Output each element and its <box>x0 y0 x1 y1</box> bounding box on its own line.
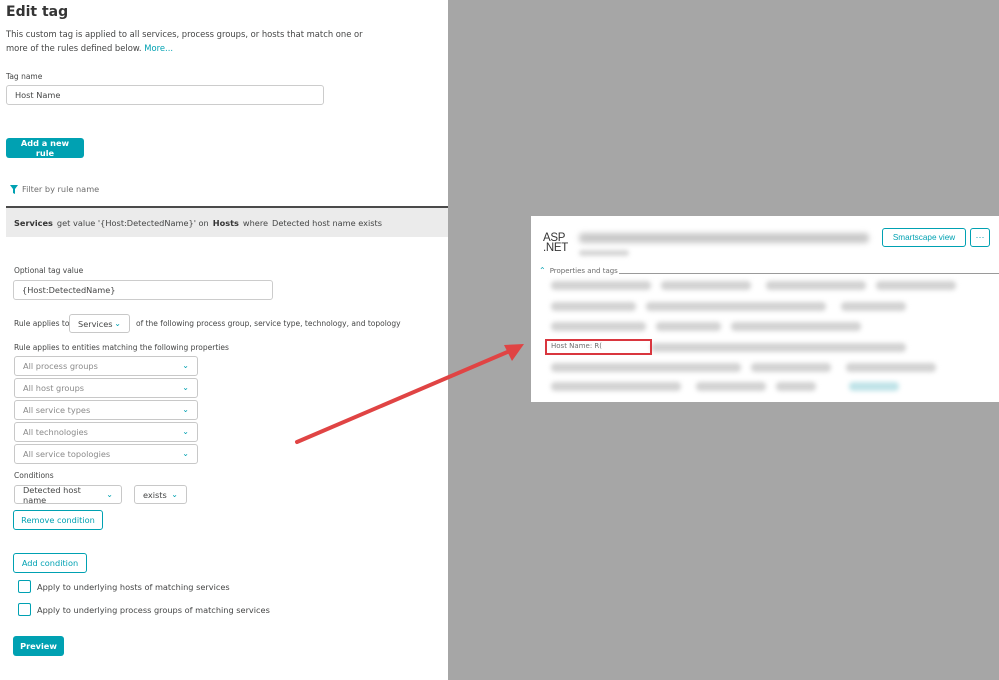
chevron-down-icon: ⌄ <box>182 361 189 370</box>
blurred-tag <box>849 382 899 391</box>
blurred-tag <box>776 382 816 391</box>
process-groups-value: All process groups <box>23 361 98 371</box>
callout-arrow-head <box>504 344 524 361</box>
technologies-select[interactable]: All technologies ⌄ <box>14 422 198 442</box>
apply-to-hosts-label: Apply to underlying hosts of matching se… <box>37 581 230 592</box>
smartscape-view-button[interactable]: Smartscape view <box>882 228 966 247</box>
service-topologies-select[interactable]: All service topologies ⌄ <box>14 444 198 464</box>
filter-placeholder: Filter by rule name <box>22 184 100 194</box>
properties-and-tags-label: Properties and tags <box>549 266 618 275</box>
tag-description-text: This custom tag is applied to all servic… <box>6 29 363 53</box>
blurred-tag <box>651 343 906 352</box>
apply-to-hosts-row: Apply to underlying hosts of matching se… <box>18 580 230 593</box>
conditions-label: Conditions <box>14 471 54 480</box>
chevron-down-icon: ⌄ <box>171 489 178 499</box>
chevron-down-icon: ⌄ <box>182 449 189 458</box>
blurred-tag <box>751 363 831 372</box>
more-options-button[interactable]: ··· <box>970 228 990 247</box>
page-title: Edit tag <box>6 4 69 20</box>
remove-condition-button[interactable]: Remove condition <box>13 510 103 530</box>
optional-tag-value-label: Optional tag value <box>14 266 84 275</box>
blurred-tag <box>766 281 866 290</box>
host-groups-value: All host groups <box>23 383 85 393</box>
apply-to-process-groups-row: Apply to underlying process groups of ma… <box>18 603 270 616</box>
service-topologies-value: All service topologies <box>23 449 111 459</box>
blurred-tag <box>551 382 681 391</box>
rule-condition-text: Detected host name exists <box>272 217 383 228</box>
blurred-tag <box>551 322 646 331</box>
service-types-value: All service types <box>23 405 91 415</box>
rule-where-text: where <box>242 217 269 228</box>
condition-operator-select[interactable]: exists ⌄ <box>134 485 187 504</box>
section-divider <box>619 273 999 274</box>
blurred-tag <box>656 322 721 331</box>
matching-properties-label: Rule applies to entities matching the fo… <box>14 343 229 352</box>
add-new-rule-button[interactable]: Add a new rule <box>6 138 84 158</box>
chevron-down-icon: ⌄ <box>182 427 189 436</box>
aspnet-logo-line2: .NET <box>543 242 568 254</box>
chevron-up-icon: ⌃ <box>539 266 546 275</box>
rule-applies-to-value: Services <box>78 318 113 329</box>
filter-icon <box>10 184 18 194</box>
rule-get-value-text: get value '{Host:DetectedName}' on <box>56 217 209 228</box>
blurred-tag <box>551 302 636 311</box>
blurred-tag <box>876 281 956 290</box>
apply-to-hosts-checkbox[interactable] <box>18 580 31 593</box>
condition-property-value: Detected host name <box>23 484 81 505</box>
chevron-down-icon: ⌄ <box>114 318 121 328</box>
apply-to-process-groups-checkbox[interactable] <box>18 603 31 616</box>
blurred-tag <box>731 322 861 331</box>
tag-name-label: Tag name <box>6 72 43 81</box>
rule-applies-to-select[interactable]: Services ⌄ <box>69 314 130 333</box>
properties-and-tags-toggle[interactable]: ⌃ Properties and tags <box>539 266 618 275</box>
chevron-down-icon: ⌄ <box>182 405 189 414</box>
tag-description: This custom tag is applied to all servic… <box>6 27 378 55</box>
more-link[interactable]: More... <box>144 43 173 53</box>
blurred-tag <box>646 302 826 311</box>
chevron-down-icon: ⌄ <box>106 489 113 499</box>
blurred-tag <box>841 302 906 311</box>
process-groups-select[interactable]: All process groups ⌄ <box>14 356 198 376</box>
rule-applies-to-suffix: of the following process group, service … <box>136 319 401 328</box>
preview-button[interactable]: Preview <box>13 636 64 656</box>
rule-entity: Services <box>14 217 53 228</box>
apply-to-process-groups-label: Apply to underlying process groups of ma… <box>37 604 270 615</box>
blurred-service-name <box>579 233 869 243</box>
service-types-select[interactable]: All service types ⌄ <box>14 400 198 420</box>
edit-tag-panel: Edit tag This custom tag is applied to a… <box>0 0 448 680</box>
blurred-tag <box>696 382 766 391</box>
rule-summary-banner[interactable]: Services get value '{Host:DetectedName}'… <box>6 206 448 237</box>
aspnet-logo: ASP .NET <box>543 232 568 254</box>
blurred-tag <box>551 281 651 290</box>
rule-target: Hosts <box>212 217 239 228</box>
optional-tag-value-input[interactable] <box>13 280 273 300</box>
tag-name-input[interactable] <box>6 85 324 105</box>
blurred-service-subtitle <box>579 250 629 256</box>
chevron-down-icon: ⌄ <box>182 383 189 392</box>
service-overview-card: ASP .NET Smartscape view ··· ⌃ Propertie… <box>531 216 999 402</box>
host-groups-select[interactable]: All host groups ⌄ <box>14 378 198 398</box>
add-condition-button[interactable]: Add condition <box>13 553 87 573</box>
blurred-tag <box>661 281 751 290</box>
technologies-value: All technologies <box>23 427 88 437</box>
highlight-box <box>545 339 652 355</box>
condition-property-select[interactable]: Detected host name ⌄ <box>14 484 122 505</box>
rule-applies-to-label: Rule applies to <box>14 319 70 328</box>
filter-by-rule-name[interactable]: Filter by rule name <box>10 184 99 194</box>
blurred-tag <box>846 363 936 372</box>
blurred-tag <box>551 363 741 372</box>
condition-operator-value: exists <box>143 489 167 500</box>
